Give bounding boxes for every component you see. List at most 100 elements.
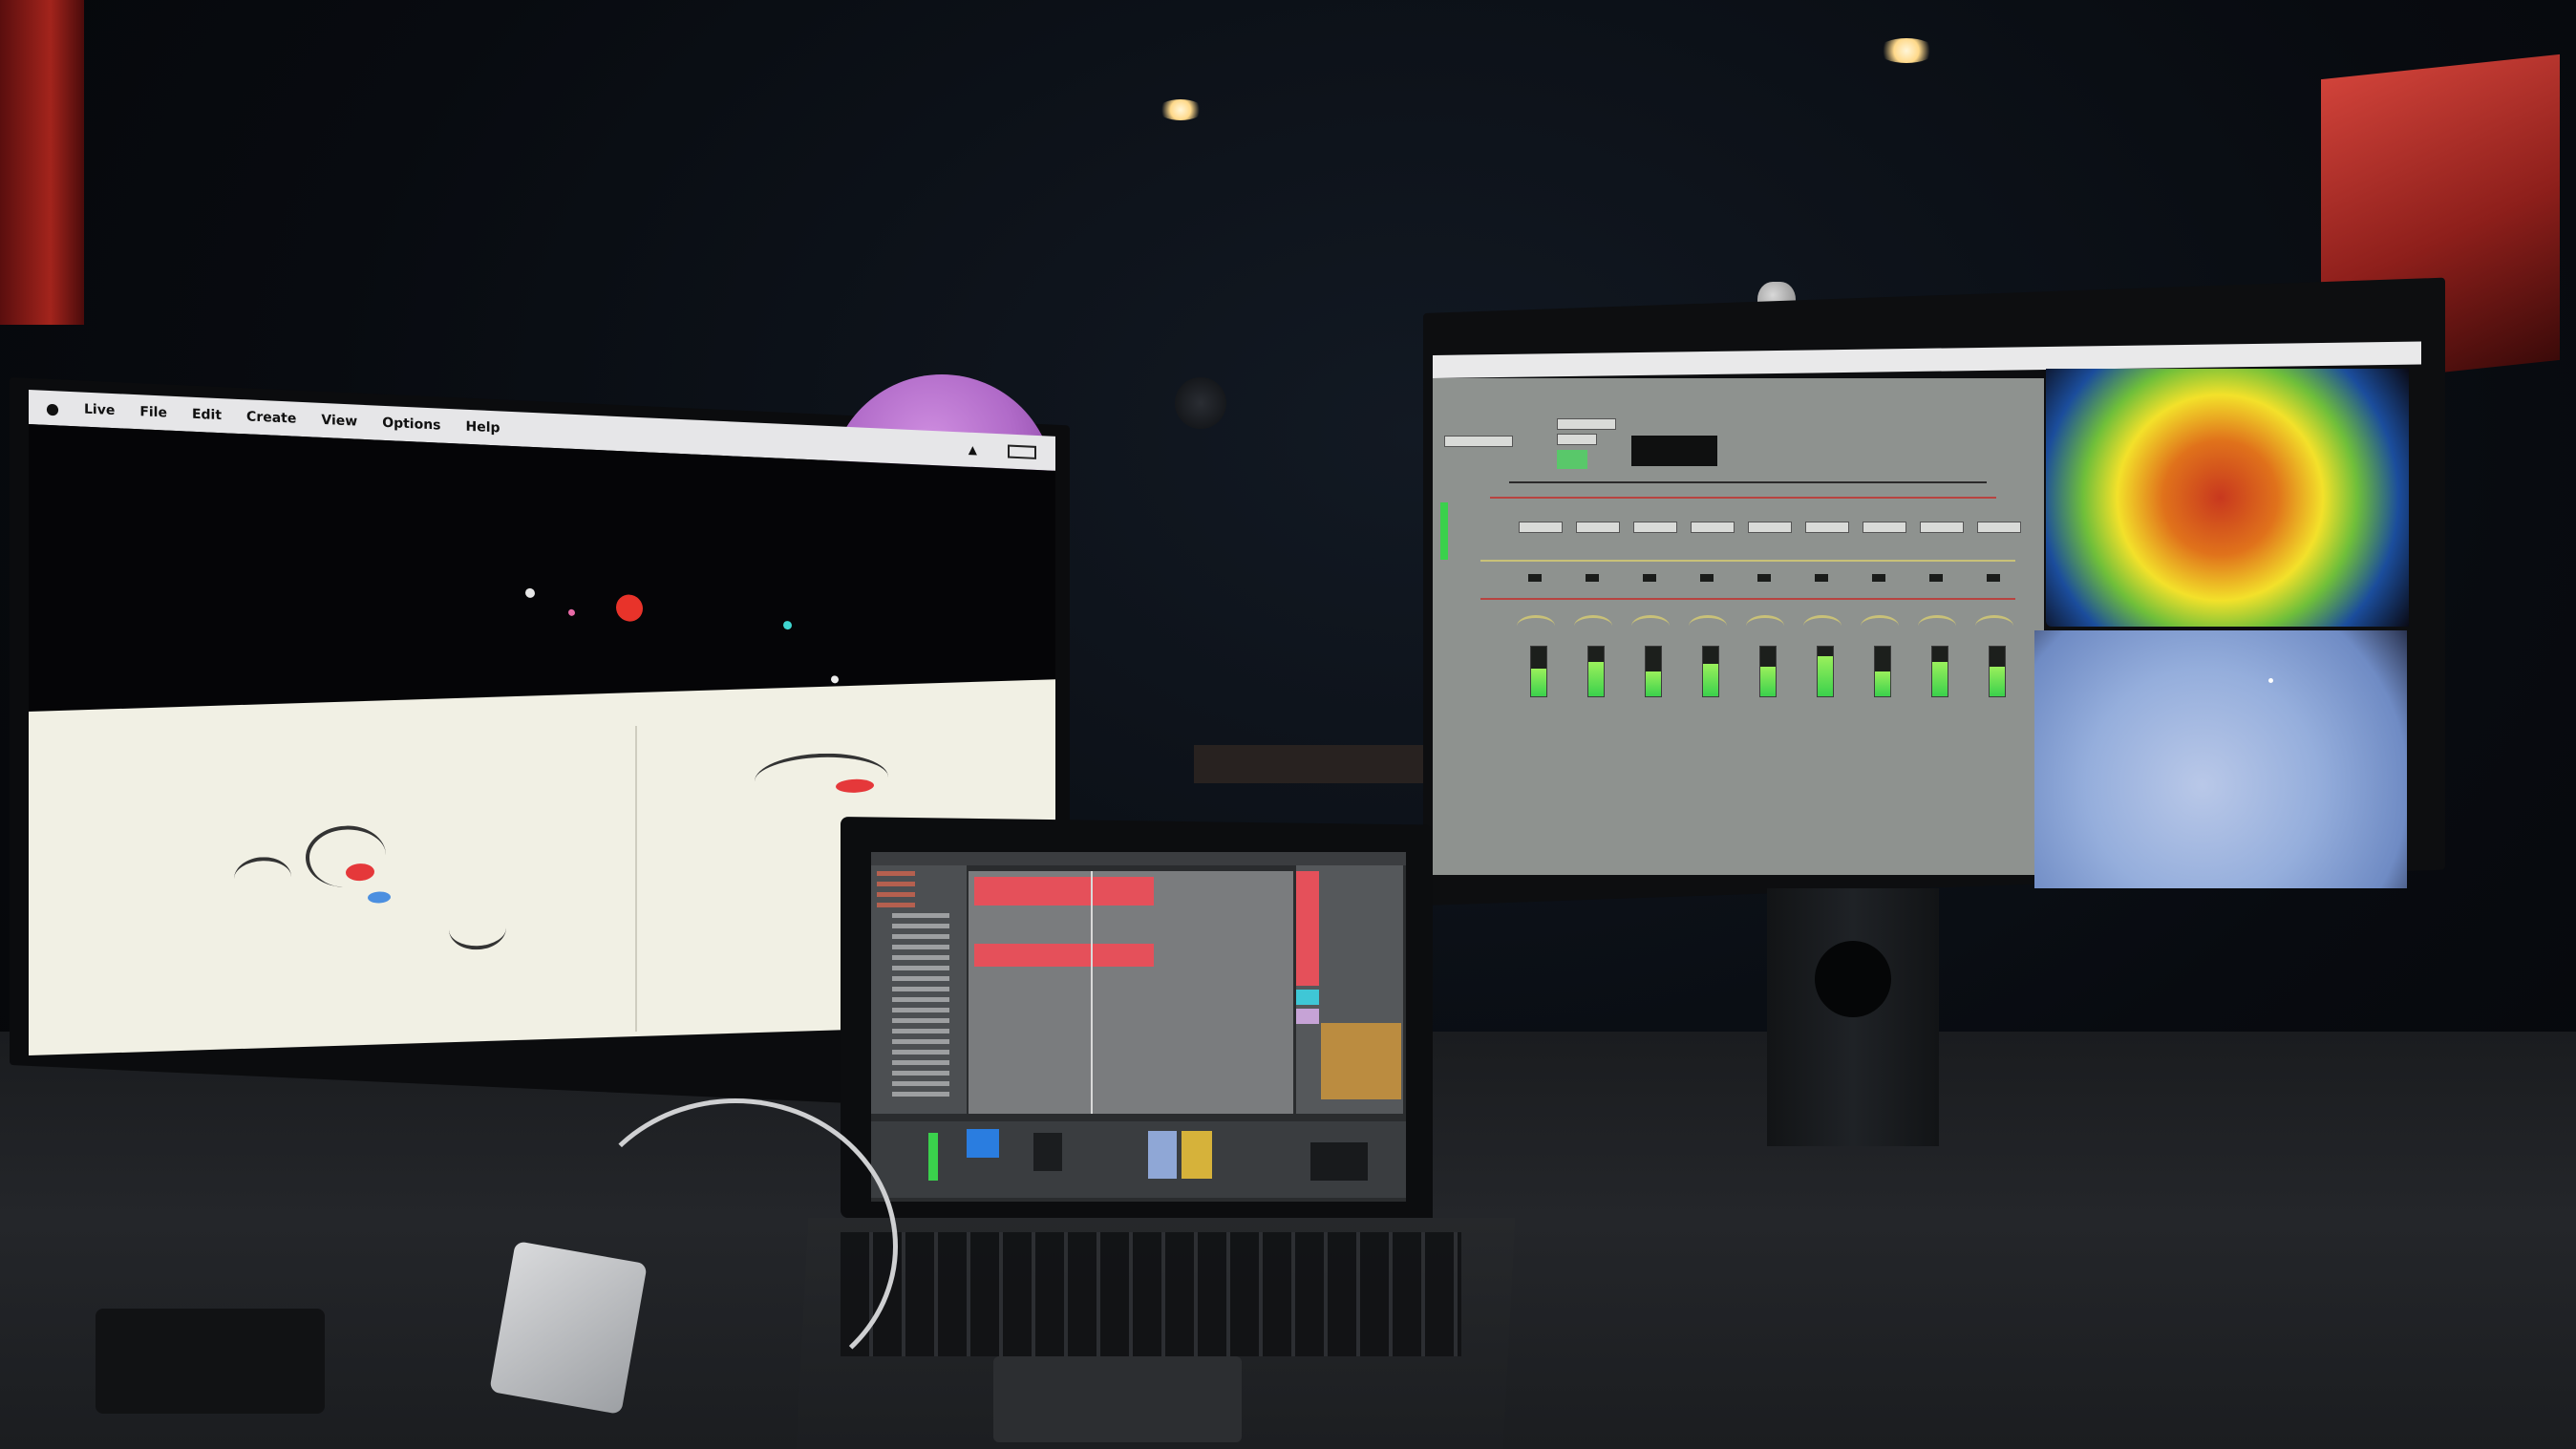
channel-level-meter [1530, 646, 1547, 697]
channel-node[interactable] [1757, 574, 1771, 582]
trail-arc-3 [755, 751, 888, 808]
planet-pink [568, 608, 575, 616]
audio-clip[interactable] [974, 877, 1154, 906]
track-orange-strip[interactable] [1321, 1023, 1401, 1099]
planet-white [525, 587, 535, 599]
ableton-browser[interactable] [871, 865, 967, 1114]
back-shelf [1194, 745, 1433, 783]
browser-item[interactable] [892, 1018, 949, 1023]
laptop-trackpad[interactable] [993, 1356, 1242, 1442]
right-monitor-stand [1767, 888, 1939, 1146]
max-patcher-window[interactable] [1433, 378, 2044, 875]
channel-object[interactable] [1805, 522, 1849, 533]
channel-object[interactable] [1977, 522, 2021, 533]
browser-item[interactable] [877, 882, 915, 886]
level-meter-input [1440, 502, 1448, 560]
ableton-mixer[interactable] [1296, 865, 1403, 1114]
channel-fan-lines [1517, 615, 1555, 637]
browser-item[interactable] [892, 913, 949, 918]
device-preview-blue [1148, 1131, 1177, 1179]
menu-file[interactable]: File [139, 404, 167, 420]
channel-object[interactable] [1863, 522, 1906, 533]
browser-item[interactable] [892, 966, 949, 970]
channel-object[interactable] [1576, 522, 1620, 533]
track-red-strip[interactable] [1296, 871, 1319, 986]
browser-item[interactable] [877, 903, 915, 907]
green-toggle[interactable] [1557, 450, 1587, 469]
ableton-arrangement-view[interactable] [969, 871, 1293, 1114]
ableton-transport-bar[interactable] [871, 852, 1406, 865]
trail-arc-1 [306, 824, 386, 888]
browser-item[interactable] [877, 871, 915, 876]
browser-item[interactable] [892, 1092, 949, 1097]
apple-icon[interactable]: ● [46, 398, 59, 417]
channel-fan-lines [1918, 615, 1956, 637]
channel-node[interactable] [1643, 574, 1656, 582]
channel-object[interactable] [1748, 522, 1792, 533]
channel-node[interactable] [1929, 574, 1943, 582]
sky-visual-window [2034, 630, 2407, 888]
browser-item[interactable] [892, 934, 949, 939]
browser-item[interactable] [892, 1008, 949, 1012]
channel-object[interactable] [1691, 522, 1735, 533]
wifi-icon[interactable]: ▲ [969, 443, 977, 457]
menu-create[interactable]: Create [246, 409, 296, 426]
ceiling-speaker [1175, 377, 1226, 429]
patch-object[interactable] [1557, 434, 1597, 445]
channel-level-meter [1702, 646, 1719, 697]
browser-item[interactable] [892, 945, 949, 949]
browser-item[interactable] [892, 997, 949, 1002]
browser-item[interactable] [892, 1081, 949, 1086]
browser-item[interactable] [892, 987, 949, 991]
device-preview-color [1182, 1131, 1212, 1179]
patch-object[interactable] [1444, 436, 1513, 447]
channel-node[interactable] [1872, 574, 1885, 582]
laptop-keyboard[interactable] [841, 1232, 1461, 1356]
ableton-live-window[interactable] [871, 852, 1406, 1202]
browser-item[interactable] [892, 1060, 949, 1065]
menu-options[interactable]: Options [382, 416, 440, 434]
browser-item[interactable] [892, 976, 949, 981]
channel-fan-lines [1689, 615, 1727, 637]
channel-level-meter [1931, 646, 1948, 697]
browser-item[interactable] [892, 1039, 949, 1044]
menu-live[interactable]: Live [84, 402, 115, 418]
channel-object[interactable] [1519, 522, 1563, 533]
channel-fan-lines [1861, 615, 1899, 637]
channel-node[interactable] [1586, 574, 1599, 582]
channel-node[interactable] [1528, 574, 1542, 582]
track-cyan-strip[interactable] [1296, 990, 1319, 1005]
channel-node[interactable] [1987, 574, 2000, 582]
browser-item[interactable] [892, 1050, 949, 1055]
channel-object[interactable] [1633, 522, 1677, 533]
battery-icon[interactable] [1008, 444, 1036, 459]
browser-item[interactable] [892, 924, 949, 928]
device-blue-block[interactable] [967, 1129, 999, 1158]
menu-help[interactable]: Help [466, 419, 500, 437]
ableton-device-view[interactable] [871, 1121, 1406, 1198]
stand-cable-hole [1815, 941, 1891, 1017]
device-preview-dark [1310, 1142, 1368, 1181]
channel-node[interactable] [1815, 574, 1828, 582]
channel-level-meter [1645, 646, 1662, 697]
trail-blue-dot [368, 891, 391, 904]
planet-cyan [783, 620, 792, 630]
audio-clip[interactable] [974, 944, 1154, 967]
device-grid[interactable] [1033, 1133, 1062, 1171]
patch-object[interactable] [1557, 418, 1616, 430]
menu-edit[interactable]: Edit [192, 407, 222, 423]
channel-node[interactable] [1700, 574, 1714, 582]
channel-level-meter [1587, 646, 1605, 697]
channel-fan-lines [1975, 615, 2013, 637]
waveform-display [1631, 436, 1717, 466]
track-lilac-strip[interactable] [1296, 1009, 1319, 1024]
menu-view[interactable]: View [321, 413, 357, 430]
channel-object[interactable] [1920, 522, 1964, 533]
browser-item[interactable] [892, 955, 949, 960]
channel-fan-lines [1746, 615, 1784, 637]
browser-item[interactable] [892, 1029, 949, 1033]
spectrum-visual-window [2046, 369, 2409, 627]
browser-item[interactable] [892, 1071, 949, 1076]
browser-item[interactable] [877, 892, 915, 897]
ceiling-light-right [1878, 38, 1935, 63]
